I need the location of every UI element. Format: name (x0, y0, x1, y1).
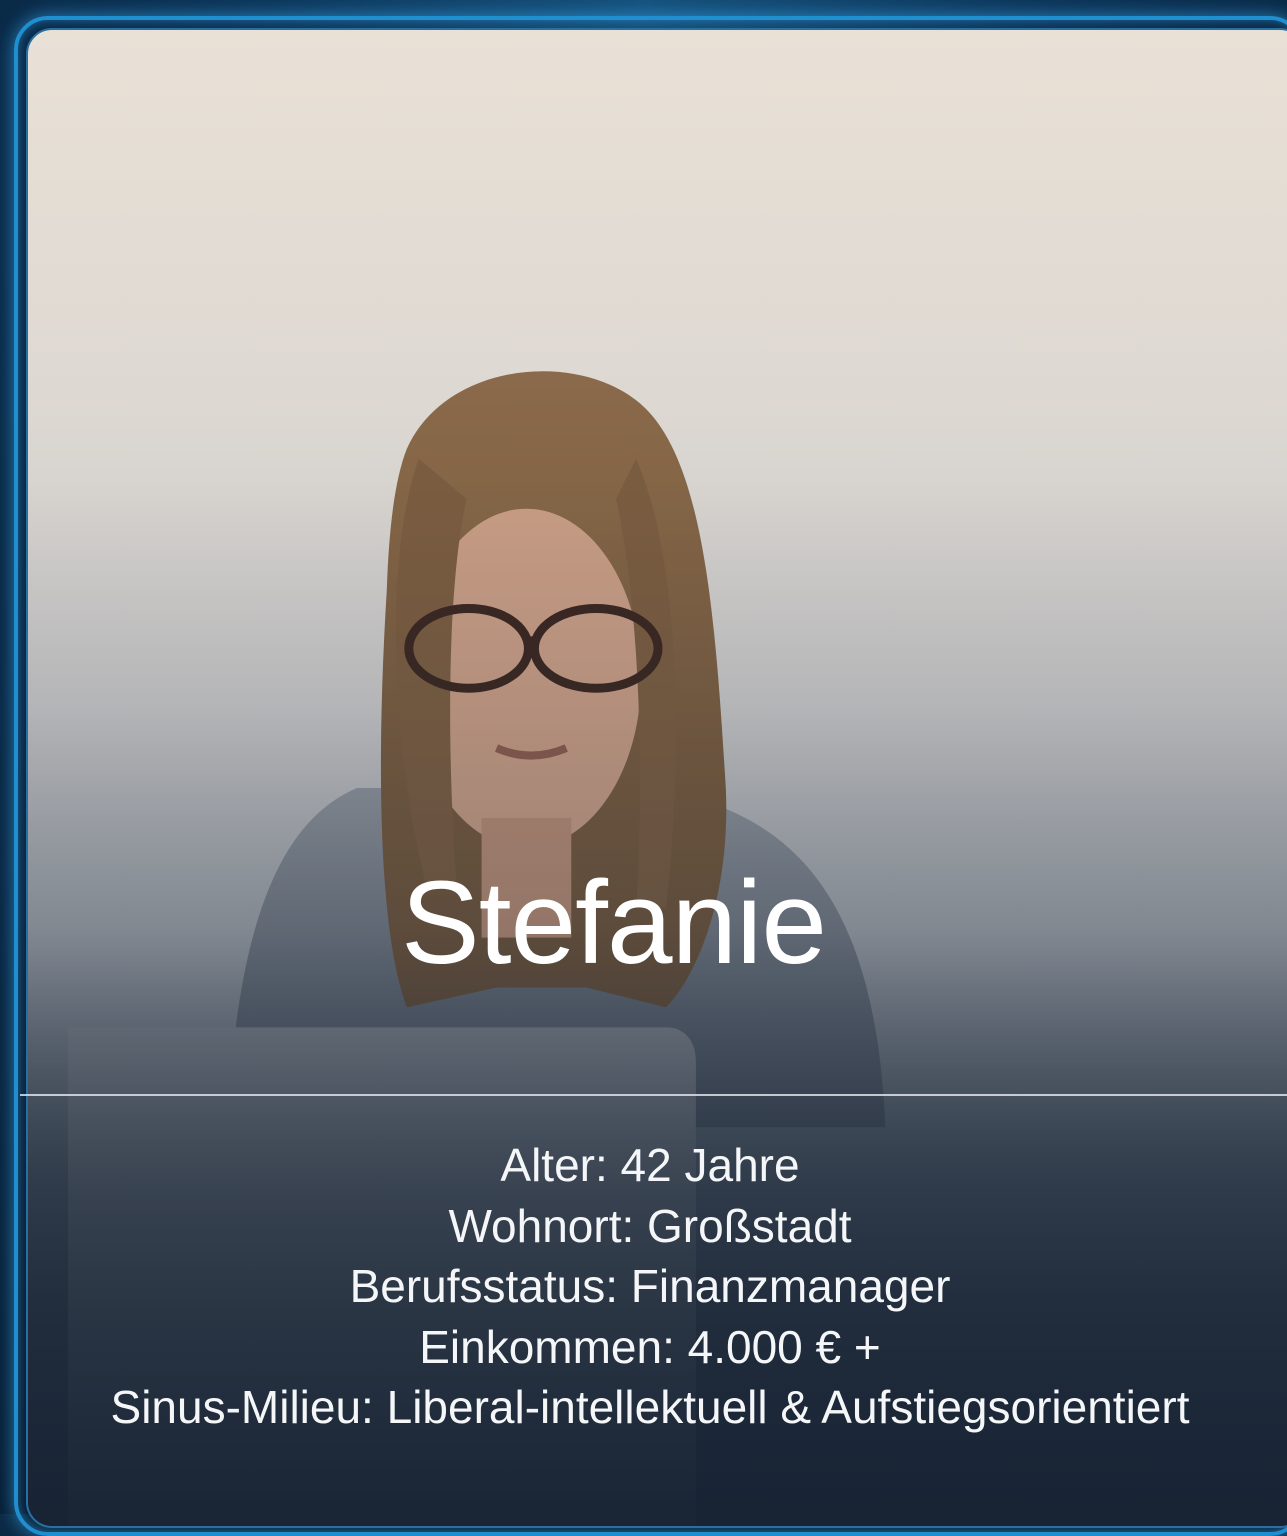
detail-residence: Wohnort: Großstadt (448, 1199, 852, 1252)
persona-details: Alter: 42 Jahre Wohnort: Großstadt Beruf… (0, 1135, 1287, 1438)
detail-age: Alter: 42 Jahre (500, 1139, 800, 1191)
divider-line (20, 1094, 1287, 1096)
detail-job: Berufsstatus: Finanzmanager (349, 1260, 951, 1312)
detail-income: Einkommen: 4.000 € + (419, 1320, 881, 1373)
detail-milieu: Sinus-Milieu: Liberal-intellektuell & Au… (110, 1381, 1190, 1433)
persona-name: Stefanie (401, 857, 827, 989)
